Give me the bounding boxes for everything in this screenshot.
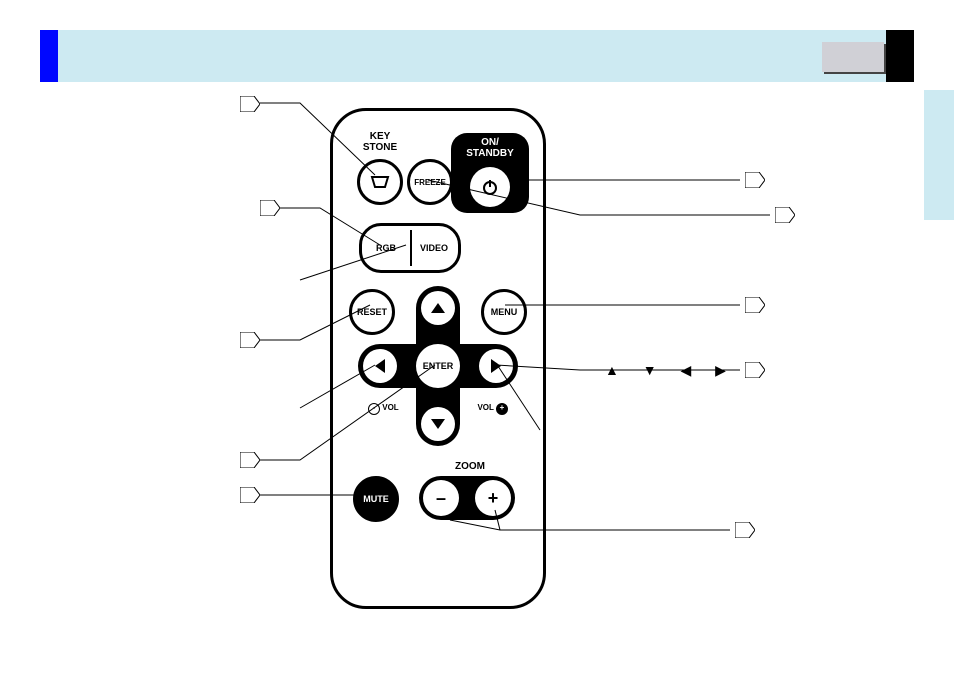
dpad: ENTER (358, 286, 518, 446)
dpad-right-button[interactable] (479, 349, 513, 383)
arrow-glyph-row: ▲ ▼ ◀ ▶ (605, 362, 736, 379)
callout-tag-left-3 (240, 332, 260, 348)
freeze-label: FREEZE (414, 178, 446, 187)
zoom-plus-button[interactable]: + (475, 480, 511, 516)
callout-tag-right-4 (745, 362, 765, 378)
on-standby-label: ON/ STANDBY (451, 137, 529, 159)
top-bar (40, 30, 914, 82)
arrow-right-icon (491, 359, 501, 373)
callout-tag-right-5 (735, 522, 755, 538)
power-icon (481, 178, 499, 196)
callout-tag-left-4 (240, 452, 260, 468)
power-button[interactable] (470, 167, 510, 207)
video-button[interactable]: VIDEO (410, 226, 458, 270)
keystone-icon (370, 175, 390, 189)
callout-tag-left-2 (260, 200, 280, 216)
enter-button[interactable]: ENTER (416, 344, 460, 388)
zoom-minus-button[interactable]: – (423, 480, 459, 516)
zoom-label: ZOOM (445, 461, 495, 472)
rgb-video-cluster: RGB VIDEO (359, 223, 461, 273)
freeze-button[interactable]: FREEZE (407, 159, 453, 205)
remote-control: KEY STONE FREEZE ON/ STANDBY RGB VIDEO (330, 108, 546, 609)
mute-button[interactable]: MUTE (353, 476, 399, 522)
video-label: VIDEO (420, 243, 448, 253)
dpad-left-button[interactable] (363, 349, 397, 383)
enter-label: ENTER (423, 361, 454, 371)
dpad-down-button[interactable] (421, 407, 455, 441)
arrow-left-icon (375, 359, 385, 373)
black-chip (886, 30, 914, 82)
callout-tag-left-5 (240, 487, 260, 503)
accent-blue-block (40, 30, 58, 82)
callout-tag-left-1 (240, 96, 260, 112)
arrow-down-icon (431, 419, 445, 429)
mute-label: MUTE (363, 494, 389, 504)
zoom-plus-label: + (488, 488, 499, 509)
grey-chip (822, 42, 884, 72)
rgb-button[interactable]: RGB (362, 226, 410, 270)
vol-minus-mark: - VOL (368, 403, 399, 415)
callout-tag-right-2 (775, 207, 795, 223)
side-tab (924, 90, 954, 220)
dpad-up-button[interactable] (421, 291, 455, 325)
zoom-cluster: – + (419, 476, 515, 520)
arrow-up-icon (431, 303, 445, 313)
on-standby-panel: ON/ STANDBY (451, 133, 529, 213)
zoom-minus-label: – (436, 488, 446, 509)
rgb-label: RGB (376, 243, 396, 253)
callout-tag-right-1 (745, 172, 765, 188)
vol-plus-mark: VOL + (477, 403, 508, 415)
callout-tag-right-3 (745, 297, 765, 313)
keystone-label: KEY STONE (355, 131, 405, 153)
keystone-button[interactable] (357, 159, 403, 205)
